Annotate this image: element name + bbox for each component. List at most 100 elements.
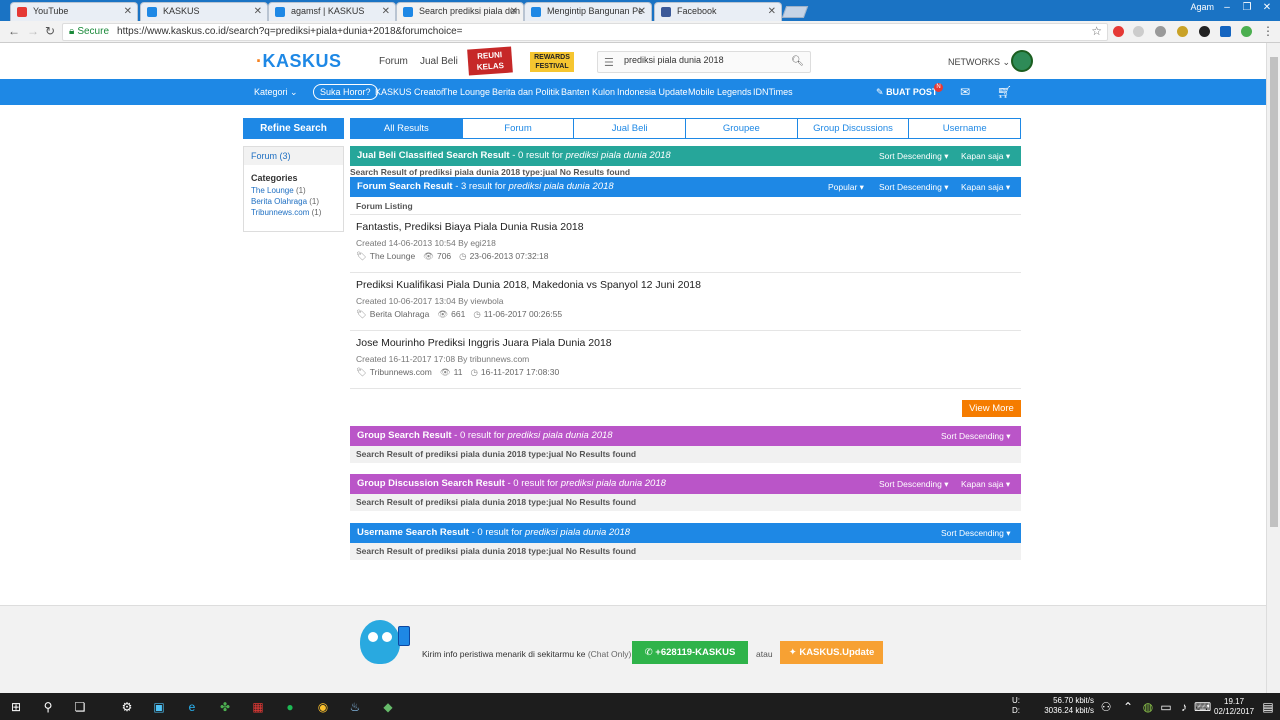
suka-horor-button[interactable]: Suka Horor?	[313, 84, 378, 100]
minimize-icon[interactable]: –	[1218, 2, 1236, 13]
adblock-extension-icon[interactable]	[1113, 26, 1124, 37]
volume-icon[interactable]: ♪	[1176, 699, 1192, 715]
kaskus-chat-icon[interactable]: ✉	[960, 85, 970, 99]
nav-link[interactable]: KASKUS Creator	[375, 87, 444, 97]
new-tab-button[interactable]	[781, 6, 809, 18]
nav-link[interactable]: Banten Kulon	[561, 87, 615, 97]
category-item[interactable]: Tribunnews.com (1)	[244, 207, 343, 218]
close-window-icon[interactable]: ✕	[1258, 2, 1276, 13]
tab-forum[interactable]: Forum	[463, 119, 575, 138]
tab-group-discussions[interactable]: Group Discussions	[798, 119, 910, 138]
reuni-kelas-badge[interactable]: REUNI KELAS	[467, 46, 513, 76]
extension-icon[interactable]	[1220, 26, 1231, 37]
game-icon[interactable]: ▦	[250, 699, 266, 715]
chrome-icon[interactable]: ◉	[315, 699, 331, 715]
menu-dots-icon[interactable]: ⋮	[1262, 24, 1274, 38]
people-icon[interactable]: ⚇	[1098, 699, 1114, 715]
browser-tab[interactable]: Mengintip Bangunan Pe ✕	[524, 2, 652, 21]
rewards-festival-badge[interactable]: REWARDS FESTIVAL	[530, 52, 574, 72]
tab-groupee[interactable]: Groupee	[686, 119, 798, 138]
nav-jual-beli[interactable]: Jual Beli	[420, 56, 458, 67]
nav-link[interactable]: Berita dan Politik	[492, 87, 560, 97]
close-tab-icon[interactable]: ✕	[638, 6, 646, 17]
sort-dropdown[interactable]: Sort Descending ▾	[941, 528, 1010, 539]
search-icon[interactable]: ⚲	[40, 699, 56, 715]
kapan-dropdown[interactable]: Kapan saja ▾	[961, 479, 1010, 490]
kapan-dropdown[interactable]: Kapan saja ▾	[961, 151, 1010, 162]
refine-search-button[interactable]: Refine Search	[243, 118, 344, 139]
sort-dropdown[interactable]: Sort Descending ▾	[941, 431, 1010, 442]
notification-center-icon[interactable]: ▤	[1260, 699, 1276, 715]
nav-link[interactable]: IDNTimes	[753, 87, 793, 97]
kaskus-update-button[interactable]: ✦ KASKUS.Update	[780, 641, 883, 664]
address-bar[interactable]: 🔒︎ Secure https://www.kaskus.co.id/search?…	[62, 23, 1108, 41]
browser-tab[interactable]: Facebook ✕	[654, 2, 782, 21]
extension-icon[interactable]	[1199, 26, 1210, 37]
tab-all-results[interactable]: All Results	[351, 119, 463, 138]
browser-tab[interactable]: YouTube ✕	[10, 2, 138, 21]
popular-dropdown[interactable]: Popular ▾	[828, 182, 864, 193]
close-tab-icon[interactable]: ✕	[254, 6, 262, 17]
thread-row[interactable]: Prediksi Kualifikasi Piala Dunia 2018, M…	[350, 273, 1021, 331]
forward-arrow-icon[interactable]: →	[27, 24, 39, 38]
search-input[interactable]	[624, 55, 784, 65]
filter-forum-link[interactable]: Forum (3)	[244, 147, 343, 165]
category-item[interactable]: Berita Olahraga (1)	[244, 196, 343, 207]
clover-icon[interactable]: ✤	[217, 699, 233, 715]
tray-chevron-icon[interactable]: ⌃	[1120, 699, 1136, 715]
avatar[interactable]	[1011, 50, 1033, 72]
windows-start-icon[interactable]: ⊞	[8, 699, 24, 715]
whatsapp-button[interactable]: ✆ +628119-KASKUS	[632, 641, 748, 664]
thread-title[interactable]: Jose Mourinho Prediksi Inggris Juara Pia…	[356, 337, 1015, 349]
extension-icon[interactable]	[1155, 26, 1166, 37]
maximize-icon[interactable]: ❐	[1238, 2, 1256, 13]
search-icon[interactable]: 🔍︎	[791, 56, 804, 67]
networks-dropdown[interactable]: NETWORKS ⌄	[948, 57, 1010, 68]
extension-icon[interactable]	[1177, 26, 1188, 37]
browser-user-name[interactable]: Agam	[1190, 2, 1214, 12]
edge-icon[interactable]: e	[184, 699, 200, 715]
bookmark-star-icon[interactable]: ☆	[1091, 24, 1102, 38]
buat-post-button[interactable]: ✎ BUAT POST	[876, 87, 937, 98]
kategori-dropdown[interactable]: Kategori ⌄	[254, 87, 298, 98]
sort-dropdown[interactable]: Sort Descending ▾	[879, 151, 948, 162]
browser-tab[interactable]: KASKUS ✕	[140, 2, 268, 21]
sort-dropdown[interactable]: Sort Descending ▾	[879, 479, 948, 490]
close-tab-icon[interactable]: ✕	[124, 6, 132, 17]
sort-dropdown[interactable]: Sort Descending ▾	[879, 182, 948, 193]
extension-icon[interactable]	[1241, 26, 1252, 37]
search-menu-icon[interactable]: ☰	[604, 56, 614, 69]
nav-link[interactable]: Indonesia Update	[617, 87, 688, 97]
view-more-button[interactable]: View More	[962, 400, 1021, 417]
thread-row[interactable]: Fantastis, Prediksi Biaya Piala Dunia Ru…	[350, 215, 1021, 273]
back-arrow-icon[interactable]: ←	[8, 24, 20, 38]
steam-icon[interactable]: ♨	[347, 699, 363, 715]
thread-title[interactable]: Prediksi Kualifikasi Piala Dunia 2018, M…	[356, 279, 1015, 291]
scrollbar-thumb[interactable]	[1270, 57, 1278, 527]
tray-icon[interactable]: ◍	[1140, 699, 1156, 715]
extension-icon[interactable]	[1133, 26, 1144, 37]
close-tab-icon[interactable]: ✕	[768, 6, 776, 17]
browser-tab-active[interactable]: Search prediksi piala dun ✕	[396, 2, 524, 21]
system-clock[interactable]: 19.17 02/12/2017	[1214, 697, 1254, 717]
reload-icon[interactable]: ↻	[45, 24, 55, 38]
tab-jual-beli[interactable]: Jual Beli	[574, 119, 687, 138]
kapan-dropdown[interactable]: Kapan saja ▾	[961, 182, 1010, 193]
keyboard-icon[interactable]: ⌨	[1194, 699, 1211, 715]
kaskus-logo[interactable]: ·KASKUS	[256, 51, 342, 72]
spotify-icon[interactable]: ●	[282, 699, 298, 715]
nav-link[interactable]: Mobile Legends	[688, 87, 752, 97]
nav-link[interactable]: The Lounge	[442, 87, 490, 97]
page-scrollbar[interactable]	[1266, 43, 1280, 693]
thread-row[interactable]: Jose Mourinho Prediksi Inggris Juara Pia…	[350, 331, 1021, 389]
nav-forum[interactable]: Forum	[379, 56, 408, 67]
explorer-icon[interactable]: ▣	[151, 699, 167, 715]
thread-title[interactable]: Fantastis, Prediksi Biaya Piala Dunia Ru…	[356, 221, 1015, 233]
network-icon[interactable]: ▭	[1158, 699, 1174, 715]
task-view-icon[interactable]: ❏	[72, 699, 88, 715]
browser-tab[interactable]: agamsf | KASKUS ✕	[268, 2, 396, 21]
category-item[interactable]: The Lounge (1)	[244, 185, 343, 196]
settings-gear-icon[interactable]: ⚙	[119, 699, 135, 715]
app-icon[interactable]: ◆	[380, 699, 396, 715]
tab-username[interactable]: Username	[909, 119, 1020, 138]
